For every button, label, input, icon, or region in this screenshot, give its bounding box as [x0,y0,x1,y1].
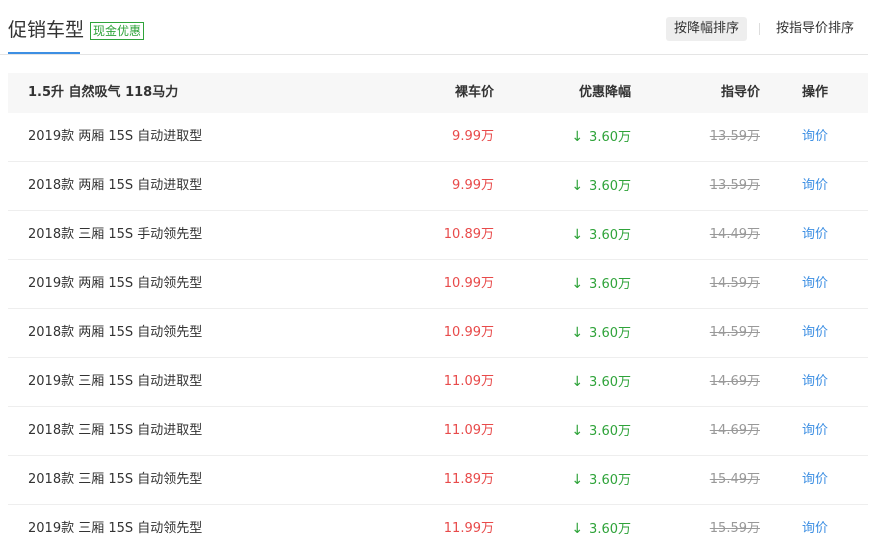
car-price: 11.09万 [443,374,494,389]
discount-amount: ↓ 3.60万 [571,358,631,407]
discount-value: 3.60万 [589,522,631,537]
column-header-action: 操作 [802,85,829,100]
column-header-guide-price: 指导价 [720,85,760,100]
inquire-price-link[interactable]: 询价 [802,456,828,504]
discount-value: 3.60万 [589,375,631,390]
car-price: 9.99万 [452,178,494,193]
car-model-name[interactable]: 2019款 两厢 15S 自动领先型 [28,260,202,308]
page-title[interactable]: 促销车型 [8,18,84,42]
arrow-down-icon: ↓ [571,129,584,145]
discount-amount: ↓ 3.60万 [571,260,631,309]
column-header-price: 裸车价 [454,85,494,100]
table-row: 2019款 两厢 15S 自动领先型 10.99万 ↓ 3.60万 14.59万 询价 [8,259,868,308]
arrow-down-icon: ↓ [571,423,584,439]
engine-group-title: 1.5升 自然吸气 118马力 [28,85,179,100]
guide-price: 15.49万 [709,472,760,487]
guide-price: 14.49万 [709,227,760,242]
discount-value: 3.60万 [589,424,631,439]
discount-amount: ↓ 3.60万 [571,456,631,505]
table-row: 2018款 三厢 15S 手动领先型 10.89万 ↓ 3.60万 14.49万 询价 [8,210,868,259]
guide-price: 13.59万 [709,129,760,144]
car-price: 11.99万 [443,521,494,536]
arrow-down-icon: ↓ [571,276,584,292]
table-row: 2019款 三厢 15S 自动领先型 11.99万 ↓ 3.60万 15.59万 询价 [8,504,868,553]
arrow-down-icon: ↓ [571,374,584,390]
guide-price: 13.59万 [709,178,760,193]
discount-amount: ↓ 3.60万 [571,211,631,260]
discount-value: 3.60万 [589,130,631,145]
inquire-price-link[interactable]: 询价 [802,260,828,308]
car-model-name[interactable]: 2018款 三厢 15S 自动进取型 [28,407,202,455]
car-model-name[interactable]: 2019款 三厢 15S 自动进取型 [28,358,202,406]
guide-price: 14.59万 [709,276,760,291]
discount-amount: ↓ 3.60万 [571,309,631,358]
arrow-down-icon: ↓ [571,227,584,243]
arrow-down-icon: ↓ [571,178,584,194]
discount-value: 3.60万 [589,228,631,243]
table-header: 1.5升 自然吸气 118马力 裸车价 优惠降幅 指导价 操作 [8,73,868,113]
inquire-price-link[interactable]: 询价 [802,309,828,357]
cash-discount-badge: 现金优惠 [90,22,145,40]
table-row: 2018款 两厢 15S 自动领先型 10.99万 ↓ 3.60万 14.59万 询价 [8,308,868,357]
car-price: 10.99万 [443,276,494,291]
inquire-price-link[interactable]: 询价 [802,211,828,259]
table-row: 2019款 三厢 15S 自动进取型 11.09万 ↓ 3.60万 14.69万 询价 [8,357,868,406]
inquire-price-link[interactable]: 询价 [802,113,828,161]
table-row: 2019款 两厢 15S 自动进取型 9.99万 ↓ 3.60万 13.59万 询价 [8,113,868,161]
inquire-price-link[interactable]: 询价 [802,162,828,210]
table-body: 2019款 两厢 15S 自动进取型 9.99万 ↓ 3.60万 13.59万 询价 201… [8,113,868,553]
discount-value: 3.60万 [589,179,631,194]
promo-header: 促销车型 现金优惠 按降幅排序 按指导价排序 [0,0,868,55]
arrow-down-icon: ↓ [571,521,584,537]
table-row: 2018款 三厢 15S 自动进取型 11.09万 ↓ 3.60万 14.69万 询价 [8,406,868,455]
arrow-down-icon: ↓ [571,325,584,341]
guide-price: 14.69万 [709,423,760,438]
inquire-price-link[interactable]: 询价 [802,505,828,553]
discount-amount: ↓ 3.60万 [571,407,631,456]
guide-price: 14.69万 [709,374,760,389]
car-price: 10.89万 [443,227,494,242]
sort-separator [759,23,760,35]
car-model-name[interactable]: 2019款 三厢 15S 自动领先型 [28,505,202,553]
guide-price: 15.59万 [709,521,760,536]
sort-by-guide-price-button[interactable]: 按指导价排序 [768,17,862,41]
car-price: 10.99万 [443,325,494,340]
car-model-name[interactable]: 2018款 两厢 15S 自动领先型 [28,309,202,357]
guide-price: 14.59万 [709,325,760,340]
car-price: 11.09万 [443,423,494,438]
sort-by-discount-button[interactable]: 按降幅排序 [666,17,748,41]
discount-amount: ↓ 3.60万 [571,113,631,162]
table-row: 2018款 三厢 15S 自动领先型 11.89万 ↓ 3.60万 15.49万 询价 [8,455,868,504]
discount-value: 3.60万 [589,473,631,488]
car-model-name[interactable]: 2019款 两厢 15S 自动进取型 [28,113,202,161]
car-model-name[interactable]: 2018款 两厢 15S 自动进取型 [28,162,202,210]
active-tab-underline [8,52,80,54]
car-price: 9.99万 [452,129,494,144]
car-price: 11.89万 [443,472,494,487]
table-row: 2018款 两厢 15S 自动进取型 9.99万 ↓ 3.60万 13.59万 询价 [8,161,868,210]
discount-value: 3.60万 [589,326,631,341]
car-model-name[interactable]: 2018款 三厢 15S 手动领先型 [28,211,202,259]
discount-amount: ↓ 3.60万 [571,505,631,554]
discount-amount: ↓ 3.60万 [571,162,631,211]
arrow-down-icon: ↓ [571,472,584,488]
discount-value: 3.60万 [589,277,631,292]
column-header-discount: 优惠降幅 [578,85,631,100]
inquire-price-link[interactable]: 询价 [802,407,828,455]
car-model-name[interactable]: 2018款 三厢 15S 自动领先型 [28,456,202,504]
promo-car-table: 1.5升 自然吸气 118马力 裸车价 优惠降幅 指导价 操作 2019款 两厢… [8,73,868,553]
inquire-price-link[interactable]: 询价 [802,358,828,406]
